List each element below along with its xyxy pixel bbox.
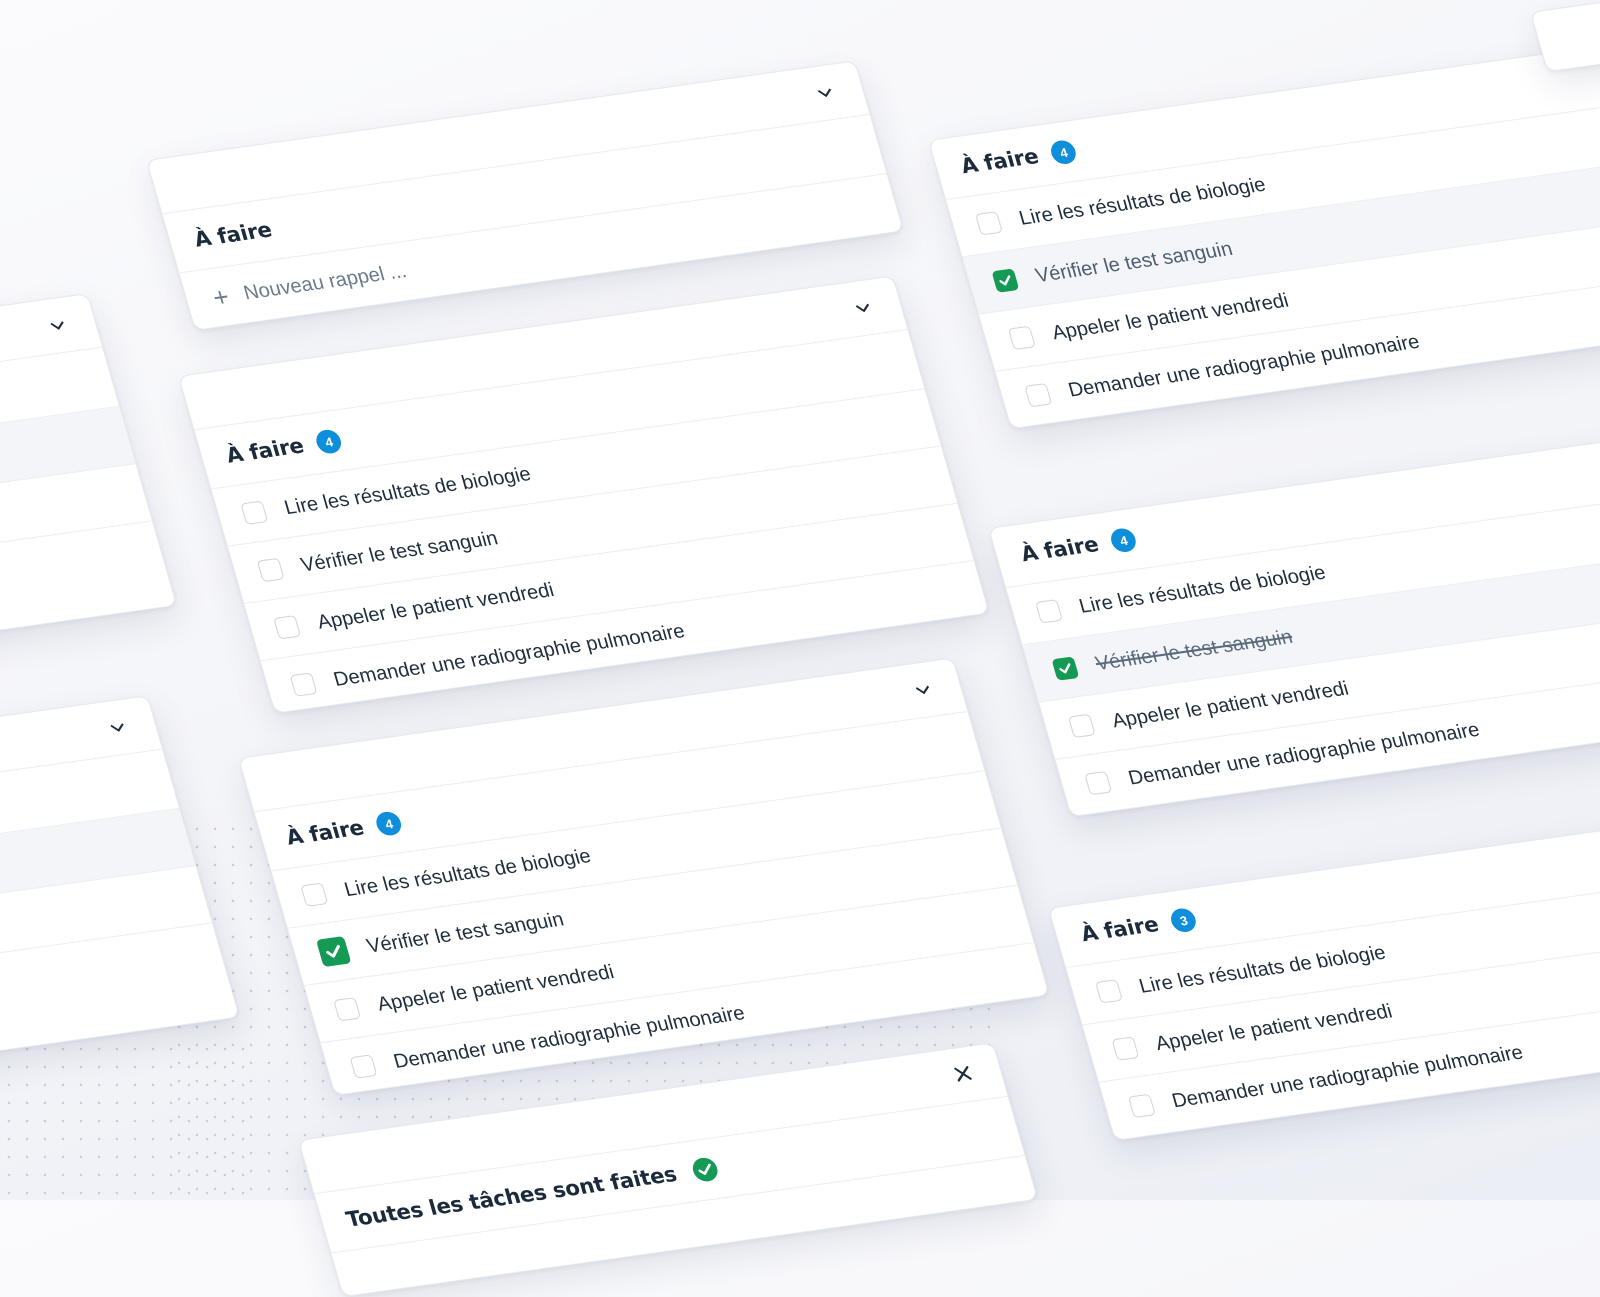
check-circle-icon — [692, 1157, 718, 1182]
checkbox[interactable] — [1007, 325, 1036, 351]
count-badge: 4 — [1108, 526, 1139, 554]
checkbox[interactable] — [1084, 770, 1113, 796]
chevron-down-icon[interactable] — [814, 83, 837, 103]
checkbox-checked[interactable] — [315, 936, 352, 968]
chevron-down-icon[interactable] — [912, 680, 935, 700]
checkbox[interactable] — [240, 500, 269, 525]
checkbox[interactable] — [1127, 1093, 1156, 1119]
todo-card: À faire 4 Lire les résultats de biologie… — [928, 39, 1600, 430]
card-title: À faire — [223, 433, 307, 468]
checkbox-checked[interactable] — [991, 268, 1020, 293]
count-badge: 3 — [1168, 906, 1199, 934]
checkbox[interactable] — [1035, 599, 1063, 624]
card-title: À faire — [283, 815, 367, 850]
checkbox[interactable] — [1067, 713, 1096, 739]
todo-card: À faire 4 Lire les résultats de biologie… — [988, 427, 1600, 818]
card-title: À faire — [1078, 912, 1162, 947]
checkbox[interactable] — [1024, 382, 1053, 408]
card-title: À faire — [1018, 532, 1102, 567]
task-label: Vérifier le test sanguin — [1032, 237, 1235, 287]
checkbox[interactable] — [333, 997, 362, 1022]
todo-card-partial — [0, 293, 178, 669]
count-badge: 4 — [1048, 138, 1079, 166]
task-label: Vérifier le test sanguin — [298, 526, 501, 576]
checkbox[interactable] — [1111, 1036, 1140, 1061]
todo-card: À faire 4 Lire les résultats de biologie… — [238, 657, 1050, 1096]
checkbox[interactable] — [273, 615, 302, 640]
task-label: Vérifier le test sanguin — [1092, 625, 1295, 675]
list-item[interactable] — [0, 521, 168, 640]
chevron-down-icon[interactable] — [106, 718, 129, 738]
check-icon — [326, 944, 340, 958]
checkbox-checked[interactable] — [1051, 656, 1080, 681]
chevron-down-icon[interactable] — [46, 316, 69, 336]
todo-card: À faire 4 Lire les résultats de biologie… — [178, 275, 990, 714]
close-icon[interactable] — [949, 1062, 977, 1086]
count-badge: 4 — [373, 810, 405, 837]
task-label: Vérifier le test sanguin — [364, 908, 567, 958]
todo-card-partial — [0, 695, 241, 1081]
checkbox[interactable] — [349, 1054, 378, 1079]
check-icon — [1059, 663, 1071, 674]
card-title: À faire — [191, 217, 275, 252]
plus-icon: + — [209, 280, 233, 313]
checkbox[interactable] — [975, 211, 1003, 236]
checkbox[interactable] — [256, 557, 285, 583]
count-badge: 4 — [313, 428, 345, 455]
checkbox[interactable] — [289, 672, 318, 697]
card-title: À faire — [958, 144, 1042, 179]
todo-card: À faire 3 Lire les résultats de biologie… — [1048, 807, 1600, 1141]
checkbox[interactable] — [300, 882, 329, 907]
checkbox[interactable] — [1095, 979, 1123, 1004]
chevron-down-icon[interactable] — [852, 298, 875, 318]
check-icon — [999, 275, 1011, 286]
new-reminder-placeholder: Nouveau rappel ... — [241, 259, 410, 304]
